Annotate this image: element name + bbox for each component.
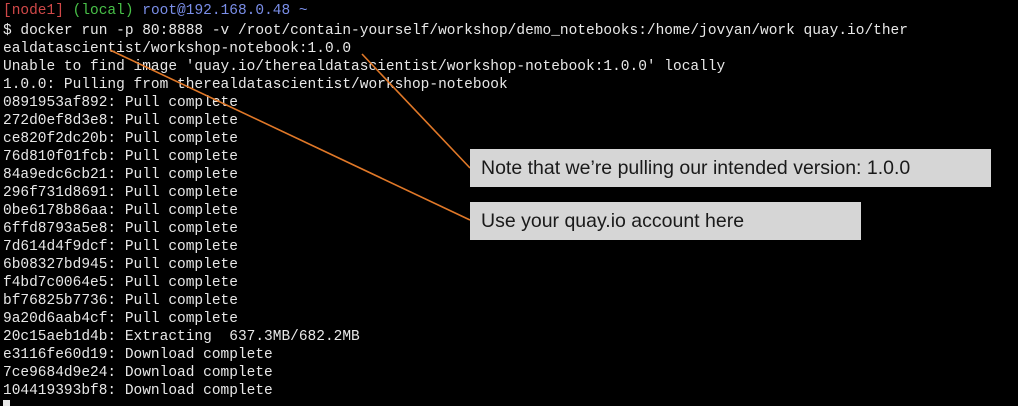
output-line: 0be6178b86aa: Pull complete xyxy=(3,203,238,219)
prompt-host-label: root@192.168.0.48 ~ xyxy=(142,3,308,19)
output-line: 7d614d4f9dcf: Pull complete xyxy=(3,239,238,255)
output-line: 104419393bf8: Download complete xyxy=(3,383,273,399)
output-line: bf76825b7736: Pull complete xyxy=(3,293,238,309)
prompt-node-label: [node1] xyxy=(3,3,64,19)
version-note-callout: Note that we’re pulling our intended ver… xyxy=(470,149,991,187)
output-line: ce820f2dc20b: Pull complete xyxy=(3,131,238,147)
command-line: $ docker run -p 80:8888 -v /root/contain… xyxy=(3,23,908,39)
output-line: 20c15aeb1d4b: Extracting 637.3MB/682.2MB xyxy=(3,329,360,345)
output-line: 1.0.0: Pulling from therealdatascientist… xyxy=(3,77,508,93)
prompt-local-label: (local) xyxy=(72,3,134,19)
output-line: 272d0ef8d3e8: Pull complete xyxy=(3,113,238,129)
terminal-screen[interactable]: [node1] (local) root@192.168.0.48 ~ $ do… xyxy=(0,0,1018,406)
prompt-line: [node1] (local) root@192.168.0.48 ~ xyxy=(3,2,308,20)
output-line: 6b08327bd945: Pull complete xyxy=(3,257,238,273)
output-line: e3116fe60d19: Download complete xyxy=(3,347,273,363)
output-line: Unable to find image 'quay.io/therealdat… xyxy=(3,59,726,75)
output-line: 0891953af892: Pull complete xyxy=(3,95,238,111)
output-line: 7ce9684d9e24: Download complete xyxy=(3,365,273,381)
command-line-continued: ealdatascientist/workshop-notebook:1.0.0 xyxy=(3,41,352,57)
terminal-cursor xyxy=(3,400,10,406)
output-line: f4bd7c0064e5: Pull complete xyxy=(3,275,238,291)
account-note-callout: Use your quay.io account here xyxy=(470,202,861,240)
output-line: 76d810f01fcb: Pull complete xyxy=(3,149,238,165)
output-line: 6ffd8793a5e8: Pull complete xyxy=(3,221,238,237)
output-line: 9a20d6aab4cf: Pull complete xyxy=(3,311,238,327)
output-line: 84a9edc6cb21: Pull complete xyxy=(3,167,238,183)
output-line: 296f731d8691: Pull complete xyxy=(3,185,238,201)
